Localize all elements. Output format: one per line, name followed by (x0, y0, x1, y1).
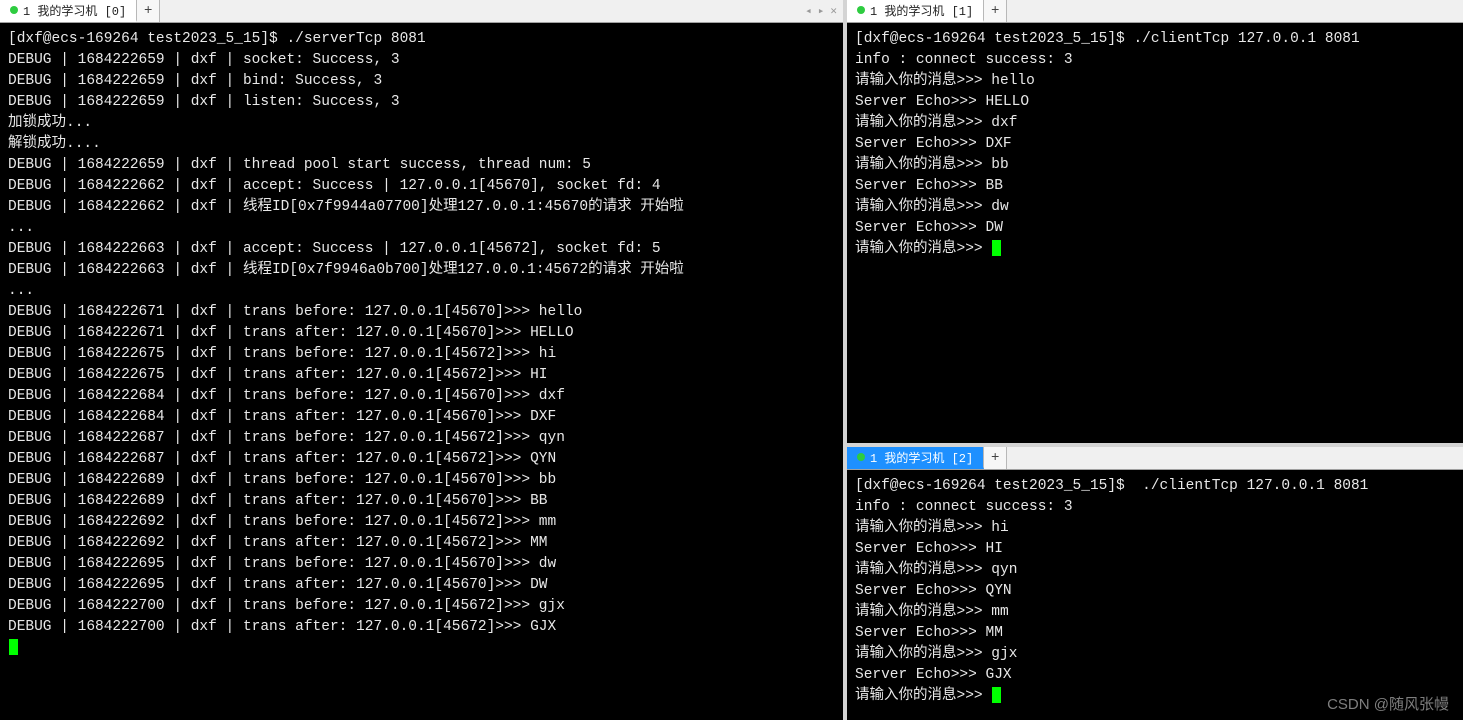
tab-add-button[interactable]: + (984, 0, 1007, 22)
tab-server[interactable]: 1 我的学习机 [0] (0, 0, 137, 22)
tab-client2[interactable]: 1 我的学习机 [2] (847, 447, 984, 469)
cursor-icon (992, 240, 1001, 256)
terminal-line: DEBUG | 1684222687 | dxf | trans before:… (8, 428, 835, 449)
terminal-line: DEBUG | 1684222695 | dxf | trans after: … (8, 575, 835, 596)
terminal-line: 请输入你的消息>>> gjx (855, 644, 1455, 665)
terminal-line: DEBUG | 1684222689 | dxf | trans before:… (8, 470, 835, 491)
terminal-line: Server Echo>>> HI (855, 539, 1455, 560)
terminal-pane-0: 1 我的学习机 [0] + ◂ ▸ ✕ [dxf@ecs-169264 test… (0, 0, 843, 720)
terminal-line: DEBUG | 1684222695 | dxf | trans before:… (8, 554, 835, 575)
terminal-line: DEBUG | 1684222684 | dxf | trans before:… (8, 386, 835, 407)
terminal-line: Server Echo>>> QYN (855, 581, 1455, 602)
terminal-line: Server Echo>>> BB (855, 176, 1455, 197)
status-dot-icon (857, 6, 865, 14)
terminal-line: DEBUG | 1684222700 | dxf | trans after: … (8, 617, 835, 638)
app-root: 1 我的学习机 [0] + ◂ ▸ ✕ [dxf@ecs-169264 test… (0, 0, 1463, 720)
terminal-output-server[interactable]: [dxf@ecs-169264 test2023_5_15]$ ./server… (0, 23, 843, 720)
terminal-line: info : connect success: 3 (855, 497, 1455, 518)
tab-label: 1 我的学习机 [1] (870, 2, 973, 19)
terminal-line: DEBUG | 1684222671 | dxf | trans after: … (8, 323, 835, 344)
tab-prev-icon[interactable]: ◂ (803, 4, 814, 18)
terminal-line: DEBUG | 1684222689 | dxf | trans after: … (8, 491, 835, 512)
terminal-line: Server Echo>>> GJX (855, 665, 1455, 686)
tab-next-icon[interactable]: ▸ (816, 4, 827, 18)
terminal-line: Server Echo>>> DW (855, 218, 1455, 239)
status-dot-icon (857, 453, 865, 461)
terminal-line: DEBUG | 1684222659 | dxf | bind: Success… (8, 71, 835, 92)
tab-label: 1 我的学习机 [0] (23, 2, 126, 19)
terminal-line: 请输入你的消息>>> (855, 686, 1455, 707)
terminal-line: DEBUG | 1684222662 | dxf | accept: Succe… (8, 176, 835, 197)
terminal-line: Server Echo>>> MM (855, 623, 1455, 644)
tab-add-button[interactable]: + (137, 0, 160, 22)
tab-nav: ◂ ▸ ✕ (803, 0, 839, 22)
terminal-output-client1[interactable]: [dxf@ecs-169264 test2023_5_15]$ ./client… (847, 23, 1463, 443)
terminal-line: 请输入你的消息>>> hello (855, 71, 1455, 92)
terminal-line: Server Echo>>> DXF (855, 134, 1455, 155)
terminal-line: DEBUG | 1684222659 | dxf | listen: Succe… (8, 92, 835, 113)
terminal-line: 请输入你的消息>>> (855, 239, 1455, 260)
terminal-line: DEBUG | 1684222675 | dxf | trans after: … (8, 365, 835, 386)
terminal-line: DEBUG | 1684222659 | dxf | thread pool s… (8, 155, 835, 176)
cursor-icon (9, 639, 18, 655)
terminal-line: DEBUG | 1684222675 | dxf | trans before:… (8, 344, 835, 365)
terminal-output-client2[interactable]: [dxf@ecs-169264 test2023_5_15]$ ./client… (847, 470, 1463, 720)
terminal-line: Server Echo>>> HELLO (855, 92, 1455, 113)
cursor-icon (992, 687, 1001, 703)
terminal-pane-1: 1 我的学习机 [1] + [dxf@ecs-169264 test2023_5… (847, 0, 1463, 447)
tabbar-left: 1 我的学习机 [0] + ◂ ▸ ✕ (0, 0, 843, 23)
terminal-line: 请输入你的消息>>> mm (855, 602, 1455, 623)
terminal-line: [dxf@ecs-169264 test2023_5_15]$ ./client… (855, 476, 1455, 497)
terminal-line: DEBUG | 1684222663 | dxf | 线程ID[0x7f9946… (8, 260, 835, 281)
terminal-line: 请输入你的消息>>> bb (855, 155, 1455, 176)
terminal-line: [dxf@ecs-169264 test2023_5_15]$ ./client… (855, 29, 1455, 50)
terminal-pane-2: 1 我的学习机 [2] + [dxf@ecs-169264 test2023_5… (847, 447, 1463, 720)
terminal-line: 请输入你的消息>>> qyn (855, 560, 1455, 581)
terminal-line: DEBUG | 1684222684 | dxf | trans after: … (8, 407, 835, 428)
terminal-line: info : connect success: 3 (855, 50, 1455, 71)
terminal-line: DEBUG | 1684222659 | dxf | socket: Succe… (8, 50, 835, 71)
tab-label: 1 我的学习机 [2] (870, 449, 973, 466)
tabbar-top-right: 1 我的学习机 [1] + (847, 0, 1463, 23)
tab-close-icon[interactable]: ✕ (828, 4, 839, 18)
terminal-line: 请输入你的消息>>> hi (855, 518, 1455, 539)
terminal-line: ... (8, 218, 835, 239)
terminal-line: 请输入你的消息>>> dxf (855, 113, 1455, 134)
terminal-line: DEBUG | 1684222700 | dxf | trans before:… (8, 596, 835, 617)
terminal-line: DEBUG | 1684222687 | dxf | trans after: … (8, 449, 835, 470)
terminal-line: 解锁成功.... (8, 134, 835, 155)
tab-add-button[interactable]: + (984, 447, 1007, 469)
terminal-line: DEBUG | 1684222663 | dxf | accept: Succe… (8, 239, 835, 260)
tabbar-bottom-right: 1 我的学习机 [2] + (847, 447, 1463, 470)
terminal-line: 加锁成功... (8, 113, 835, 134)
tab-client1[interactable]: 1 我的学习机 [1] (847, 0, 984, 22)
terminal-line: DEBUG | 1684222692 | dxf | trans before:… (8, 512, 835, 533)
terminal-line: DEBUG | 1684222671 | dxf | trans before:… (8, 302, 835, 323)
terminal-line: DEBUG | 1684222662 | dxf | 线程ID[0x7f9944… (8, 197, 835, 218)
terminal-line: [dxf@ecs-169264 test2023_5_15]$ ./server… (8, 29, 835, 50)
terminal-line: DEBUG | 1684222692 | dxf | trans after: … (8, 533, 835, 554)
terminal-line: ... (8, 281, 835, 302)
status-dot-icon (10, 6, 18, 14)
terminal-line: 请输入你的消息>>> dw (855, 197, 1455, 218)
